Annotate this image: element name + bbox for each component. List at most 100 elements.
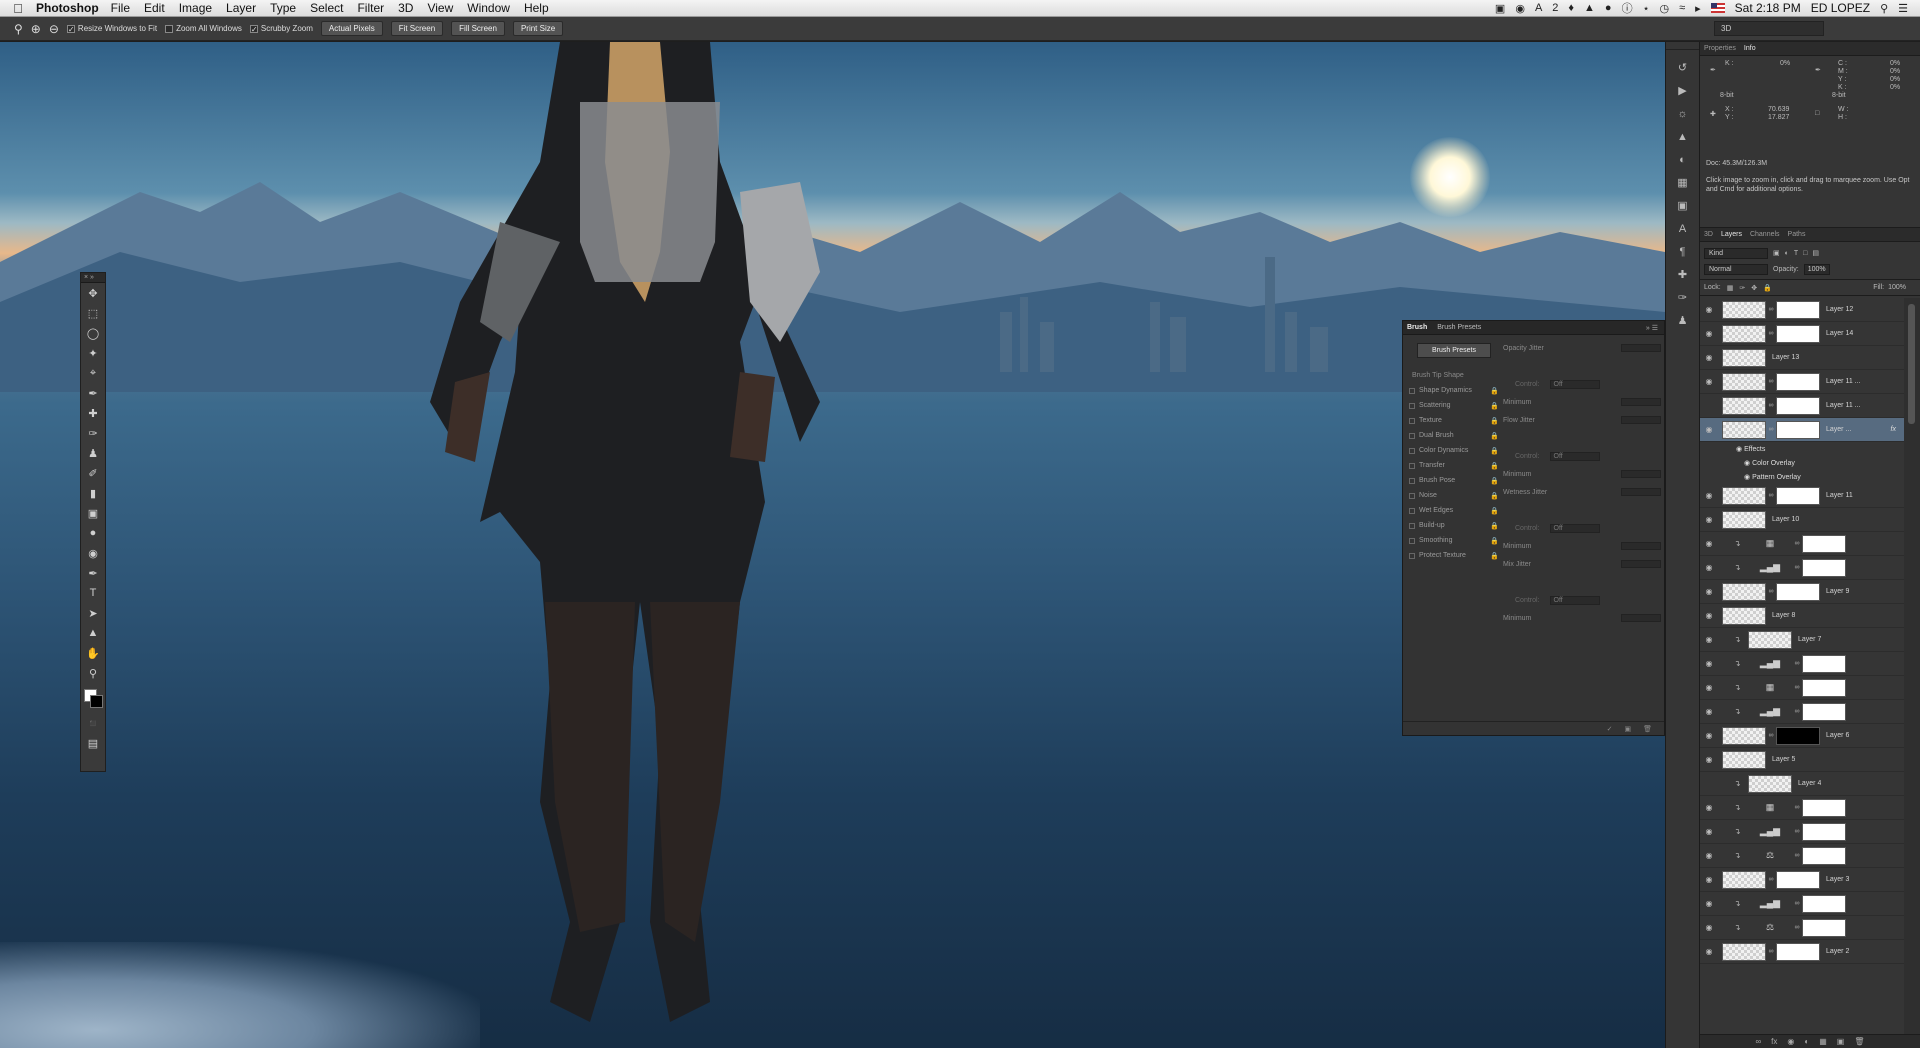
pixel-filter-icon[interactable]: ▣ <box>1773 249 1780 257</box>
histogram-icon[interactable]: ▲ <box>1666 125 1699 148</box>
chain-icon[interactable]: ∞ <box>1766 732 1776 739</box>
screen-icon[interactable]: ▣ <box>1495 2 1505 15</box>
adjustment-layer-row[interactable]: ◉ ↴ ▦ ∞ <box>1700 676 1904 700</box>
layer-row[interactable]: ◉ ∞ Layer 12 <box>1700 298 1904 322</box>
us-flag-icon[interactable] <box>1710 3 1725 13</box>
control-dropdown[interactable]: Off <box>1549 595 1600 605</box>
lock-position-icon[interactable]: ✥ <box>1751 284 1757 292</box>
type-filter-icon[interactable]: T <box>1794 250 1798 257</box>
menu-help[interactable]: Help <box>524 1 549 15</box>
tab-layers[interactable]: Layers <box>1721 231 1742 238</box>
paragraph-icon[interactable]: ¶ <box>1666 240 1699 263</box>
lock-icon[interactable]: 🔒 <box>1490 387 1499 395</box>
layer-kind-select[interactable]: Kind <box>1704 247 1768 259</box>
zoom-tool-icon[interactable]: ⚲ <box>81 663 105 683</box>
new-adjustment-icon[interactable]: ◐ <box>1804 1037 1809 1046</box>
adjustment-layer-row[interactable]: ◉ ↴ ▂▄▆ ∞ <box>1700 700 1904 724</box>
tab-channels[interactable]: Channels <box>1750 231 1780 238</box>
menu-select[interactable]: Select <box>310 1 343 15</box>
fill-screen-button[interactable]: Fill Screen <box>451 21 505 36</box>
adjustment-layer-row[interactable]: ◉ ↴ ▂▄▆ ∞ <box>1700 820 1904 844</box>
brush-option-item[interactable]: Scattering 🔒 <box>1409 398 1499 413</box>
lock-icon[interactable]: 🔒 <box>1490 507 1499 515</box>
checkbox[interactable] <box>1409 507 1415 514</box>
checkbox[interactable] <box>1409 492 1415 499</box>
globe-icon[interactable]: ◉ <box>1515 2 1525 15</box>
brush-option-item[interactable]: Color Dynamics 🔒 <box>1409 443 1499 458</box>
mix-jitter-field[interactable] <box>1621 560 1661 568</box>
panel-menu-icon[interactable]: » ☰ <box>1646 324 1658 332</box>
minimum-field[interactable] <box>1621 542 1661 550</box>
visibility-eye-icon[interactable]: ◉ <box>1700 899 1718 908</box>
checkbox[interactable] <box>1409 537 1415 544</box>
lock-icon[interactable]: 🔒 <box>1490 462 1499 470</box>
chain-icon[interactable]: ∞ <box>1766 876 1776 883</box>
chain-icon[interactable]: ∞ <box>1792 924 1802 931</box>
layer-mask-thumbnail[interactable] <box>1802 822 1846 841</box>
quick-select-tool-icon[interactable]: ✦ <box>81 343 105 363</box>
chain-icon[interactable]: ∞ <box>1792 852 1802 859</box>
pen-tool-icon[interactable]: ✒ <box>81 563 105 583</box>
effect-eye-icon[interactable]: ◉ <box>1744 459 1752 467</box>
move-tool-icon[interactable]: ✥ <box>81 283 105 303</box>
eyedropper-tool-icon[interactable]: ✒ <box>81 383 105 403</box>
swatches-icon[interactable]: ▦ <box>1666 171 1699 194</box>
layer-row[interactable]: ◉ ∞ Layer 14 <box>1700 322 1904 346</box>
brush-option-item[interactable]: Protect Texture 🔒 <box>1409 548 1499 563</box>
layer-mask-thumbnail[interactable] <box>1802 846 1846 865</box>
brush-option-item[interactable]: Transfer 🔒 <box>1409 458 1499 473</box>
menu-layer[interactable]: Layer <box>226 1 256 15</box>
resize-windows-checkbox[interactable]: ✓ Resize Windows to Fit <box>66 24 157 33</box>
layer-mask-thumbnail[interactable] <box>1776 870 1820 889</box>
delete-icon[interactable]: 🗑 <box>1643 725 1652 733</box>
minimum-field[interactable] <box>1621 614 1661 622</box>
character-icon[interactable]: A <box>1666 217 1699 240</box>
zoom-in-icon[interactable]: ⊕ <box>31 22 41 36</box>
layer-mask-thumbnail[interactable] <box>1776 582 1820 601</box>
layer-mask-thumbnail[interactable] <box>1802 558 1846 577</box>
visibility-eye-icon[interactable]: ◉ <box>1700 305 1718 314</box>
brush-option-item[interactable]: Texture 🔒 <box>1409 413 1499 428</box>
visibility-eye-icon[interactable]: ◉ <box>1700 635 1718 644</box>
effect-eye-icon[interactable]: ◉ <box>1736 445 1744 453</box>
visibility-eye-icon[interactable]: ◉ <box>1700 923 1718 932</box>
checkbox[interactable] <box>1409 432 1415 439</box>
layer-row[interactable]: ◉ ∞ Layer 6 <box>1700 724 1904 748</box>
lock-icon[interactable]: 🔒 <box>1490 402 1499 410</box>
brush-option-item[interactable]: Smoothing 🔒 <box>1409 533 1499 548</box>
shape-filter-icon[interactable]: □ <box>1803 250 1807 257</box>
checkbox[interactable] <box>1409 477 1415 484</box>
lock-icon[interactable]: 🔒 <box>1490 432 1499 440</box>
visibility-eye-icon[interactable]: ◉ <box>1700 491 1718 500</box>
adjustment-layer-row[interactable]: ◉ ↴ ▂▄▆ ∞ <box>1700 652 1904 676</box>
tab-properties[interactable]: Properties <box>1704 45 1736 52</box>
effect-row[interactable]: ◉ Pattern Overlay <box>1700 470 1904 484</box>
menu-filter[interactable]: Filter <box>357 1 384 15</box>
lock-transparent-icon[interactable]: ▦ <box>1727 284 1734 292</box>
layer-row[interactable]: ◉ ∞ Layer 11 <box>1700 484 1904 508</box>
layers-scrollbar[interactable] <box>1904 298 1920 1048</box>
checkbox[interactable] <box>1409 522 1415 529</box>
checkbox-box[interactable] <box>165 24 174 33</box>
minimum-field[interactable] <box>1621 470 1661 478</box>
crop-tool-icon[interactable]: ⌖ <box>81 363 105 383</box>
adjustment-filter-icon[interactable]: ◐ <box>1785 250 1789 257</box>
lock-image-icon[interactable]: ✑ <box>1739 284 1745 292</box>
visibility-eye-icon[interactable]: ◉ <box>1700 377 1718 386</box>
dodge-tool-icon[interactable]: ◉ <box>81 543 105 563</box>
menu-edit[interactable]: Edit <box>144 1 165 15</box>
workspace-select[interactable]: 3D <box>1714 21 1824 36</box>
tools-panel-header[interactable]: × » <box>81 273 105 283</box>
zoom-tool-icon[interactable]: ⚲ <box>14 22 23 36</box>
visibility-eye-icon[interactable]: ◉ <box>1700 731 1718 740</box>
layer-row[interactable]: ◉ Layer 5 <box>1700 748 1904 772</box>
visibility-eye-icon[interactable]: ◉ <box>1700 947 1718 956</box>
chain-icon[interactable]: ∞ <box>1792 828 1802 835</box>
info-icon[interactable]: ⓘ <box>1622 0 1633 16</box>
visibility-eye-icon[interactable]: ◉ <box>1700 875 1718 884</box>
checkbox[interactable] <box>1409 417 1415 424</box>
visibility-eye-icon[interactable]: ◉ <box>1700 659 1718 668</box>
layer-row[interactable]: ◉ ∞ Layer 9 <box>1700 580 1904 604</box>
scrubby-zoom-checkbox[interactable]: ✓ Scrubby Zoom <box>249 24 313 33</box>
layer-mask-thumbnail[interactable] <box>1776 942 1820 961</box>
